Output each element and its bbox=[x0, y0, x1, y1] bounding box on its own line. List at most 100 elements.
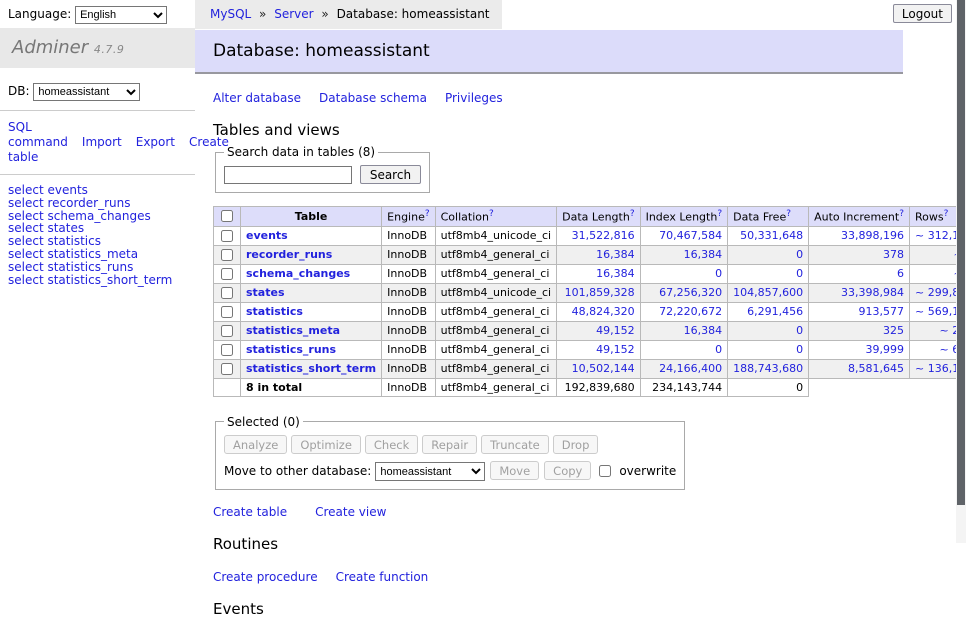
sidebar-select-link[interactable]: select statistics_meta bbox=[8, 248, 195, 261]
auto-increment-link[interactable]: 913,577 bbox=[859, 305, 905, 318]
database-action-link[interactable]: Privileges bbox=[445, 91, 503, 105]
search-button[interactable]: Search bbox=[360, 165, 421, 184]
auto-increment-link[interactable]: 6 bbox=[897, 267, 904, 280]
language-select[interactable]: English bbox=[75, 6, 167, 24]
auto-increment-link[interactable]: 378 bbox=[883, 248, 904, 261]
routine-link[interactable]: Create procedure bbox=[213, 570, 318, 584]
data-free-link[interactable]: 0 bbox=[796, 343, 803, 356]
index-length-link[interactable]: 67,256,320 bbox=[659, 286, 722, 299]
data-length-link[interactable]: 16,384 bbox=[596, 248, 635, 261]
data-length-link[interactable]: 16,384 bbox=[596, 267, 635, 280]
db-select[interactable]: homeassistant bbox=[33, 83, 140, 101]
auto-increment-cell: 33,898,196 bbox=[809, 226, 910, 245]
auto-increment-cell: 8,581,645 bbox=[809, 359, 910, 378]
index-length-link[interactable]: 72,220,672 bbox=[659, 305, 722, 318]
index-length-link[interactable]: 16,384 bbox=[684, 248, 723, 261]
auto-increment-link[interactable]: 8,581,645 bbox=[848, 362, 904, 375]
hint-link[interactable]: ? bbox=[786, 209, 791, 219]
data-length-link[interactable]: 31,522,816 bbox=[572, 229, 635, 242]
database-action-link[interactable]: Alter database bbox=[213, 91, 301, 105]
sidebar-select-link[interactable]: select statistics_short_term bbox=[8, 274, 195, 287]
database-action-link[interactable]: Database schema bbox=[319, 91, 427, 105]
table-name-link[interactable]: statistics bbox=[246, 305, 303, 318]
breadcrumb-separator: » bbox=[259, 7, 266, 21]
truncate-button[interactable]: Truncate bbox=[481, 435, 549, 454]
sidebar-select-link[interactable]: select recorder_runs bbox=[8, 197, 195, 210]
hint-link[interactable]: ? bbox=[630, 209, 635, 219]
data-length-link[interactable]: 10,502,144 bbox=[572, 362, 635, 375]
table-row: statisticsInnoDButf8mb4_general_ci48,824… bbox=[214, 302, 966, 321]
data-length-link[interactable]: 49,152 bbox=[596, 343, 635, 356]
index-length-link[interactable]: 24,166,400 bbox=[659, 362, 722, 375]
table-name-link[interactable]: schema_changes bbox=[246, 267, 350, 280]
sidebar-select-link[interactable]: select events bbox=[8, 184, 195, 197]
data-free-link[interactable]: 0 bbox=[796, 267, 803, 280]
breadcrumb-link-server[interactable]: Server bbox=[274, 7, 313, 21]
copy-button[interactable]: Copy bbox=[544, 461, 591, 480]
data-free-link[interactable]: 0 bbox=[796, 248, 803, 261]
scrollbar-track[interactable] bbox=[956, 0, 966, 543]
selected-fieldset: Selected (0) AnalyzeOptimizeCheckRepairT… bbox=[215, 415, 685, 491]
tables-body: eventsInnoDButf8mb4_unicode_ci31,522,816… bbox=[214, 226, 966, 378]
row-checkbox[interactable] bbox=[221, 363, 233, 375]
hint-link[interactable]: ? bbox=[425, 209, 430, 219]
index-length-link[interactable]: 0 bbox=[715, 267, 722, 280]
hint-link[interactable]: ? bbox=[944, 209, 949, 219]
auto-increment-link[interactable]: 39,999 bbox=[866, 343, 905, 356]
index-length-cell: 0 bbox=[640, 264, 728, 283]
scrollbar-thumb[interactable] bbox=[957, 0, 965, 505]
table-name-link[interactable]: statistics_runs bbox=[246, 343, 336, 356]
index-length-link[interactable]: 0 bbox=[715, 343, 722, 356]
sidebar-command-link[interactable]: Import bbox=[82, 135, 122, 149]
table-name-link[interactable]: statistics_short_term bbox=[246, 362, 376, 375]
index-length-link[interactable]: 16,384 bbox=[684, 324, 723, 337]
hint-link[interactable]: ? bbox=[489, 209, 494, 219]
row-checkbox[interactable] bbox=[221, 306, 233, 318]
auto-increment-link[interactable]: 33,398,984 bbox=[841, 286, 904, 299]
auto-increment-link[interactable]: 325 bbox=[883, 324, 904, 337]
data-length-link[interactable]: 48,824,320 bbox=[572, 305, 635, 318]
data-free-link[interactable]: 188,743,680 bbox=[733, 362, 803, 375]
table-name-link[interactable]: statistics_meta bbox=[246, 324, 340, 337]
create-link[interactable]: Create table bbox=[213, 505, 287, 519]
auto-increment-link[interactable]: 33,898,196 bbox=[841, 229, 904, 242]
create-link[interactable]: Create view bbox=[315, 505, 386, 519]
row-checkbox[interactable] bbox=[221, 230, 233, 242]
search-input[interactable] bbox=[224, 166, 352, 184]
total-data-length: 192,839,680 bbox=[557, 378, 640, 396]
analyze-button[interactable]: Analyze bbox=[224, 435, 287, 454]
sidebar-select-link[interactable]: select statistics_runs bbox=[8, 261, 195, 274]
sidebar-command-link[interactable]: SQL command bbox=[8, 120, 68, 149]
select-all-cell bbox=[214, 207, 241, 227]
overwrite-checkbox[interactable] bbox=[599, 465, 611, 477]
row-checkbox[interactable] bbox=[221, 249, 233, 261]
repair-button[interactable]: Repair bbox=[422, 435, 477, 454]
hint-link[interactable]: ? bbox=[717, 209, 722, 219]
optimize-button[interactable]: Optimize bbox=[291, 435, 361, 454]
row-checkbox[interactable] bbox=[221, 344, 233, 356]
data-free-link[interactable]: 6,291,456 bbox=[747, 305, 803, 318]
row-checkbox[interactable] bbox=[221, 287, 233, 299]
move-database-select[interactable]: homeassistant bbox=[375, 462, 485, 481]
hint-link[interactable]: ? bbox=[899, 209, 904, 219]
table-name-link[interactable]: events bbox=[246, 229, 288, 242]
table-name-link[interactable]: recorder_runs bbox=[246, 248, 332, 261]
index-length-link[interactable]: 70,467,584 bbox=[659, 229, 722, 242]
drop-button[interactable]: Drop bbox=[553, 435, 599, 454]
data-free-link[interactable]: 104,857,600 bbox=[733, 286, 803, 299]
data-free-link[interactable]: 50,331,648 bbox=[740, 229, 803, 242]
data-length-link[interactable]: 101,859,328 bbox=[565, 286, 635, 299]
data-free-link[interactable]: 0 bbox=[796, 324, 803, 337]
move-button[interactable]: Move bbox=[490, 461, 539, 480]
logout-button[interactable]: Logout bbox=[893, 4, 952, 23]
data-length-link[interactable]: 49,152 bbox=[596, 324, 635, 337]
breadcrumb-link-mysql[interactable]: MySQL bbox=[210, 7, 251, 21]
sidebar-command-link[interactable]: Export bbox=[136, 135, 175, 149]
routine-link[interactable]: Create function bbox=[336, 570, 429, 584]
table-name-link[interactable]: states bbox=[246, 286, 285, 299]
total-label: 8 in total bbox=[241, 378, 382, 396]
row-checkbox[interactable] bbox=[221, 268, 233, 280]
row-checkbox[interactable] bbox=[221, 325, 233, 337]
check-button[interactable]: Check bbox=[365, 435, 418, 454]
select-all-checkbox[interactable] bbox=[221, 210, 233, 222]
